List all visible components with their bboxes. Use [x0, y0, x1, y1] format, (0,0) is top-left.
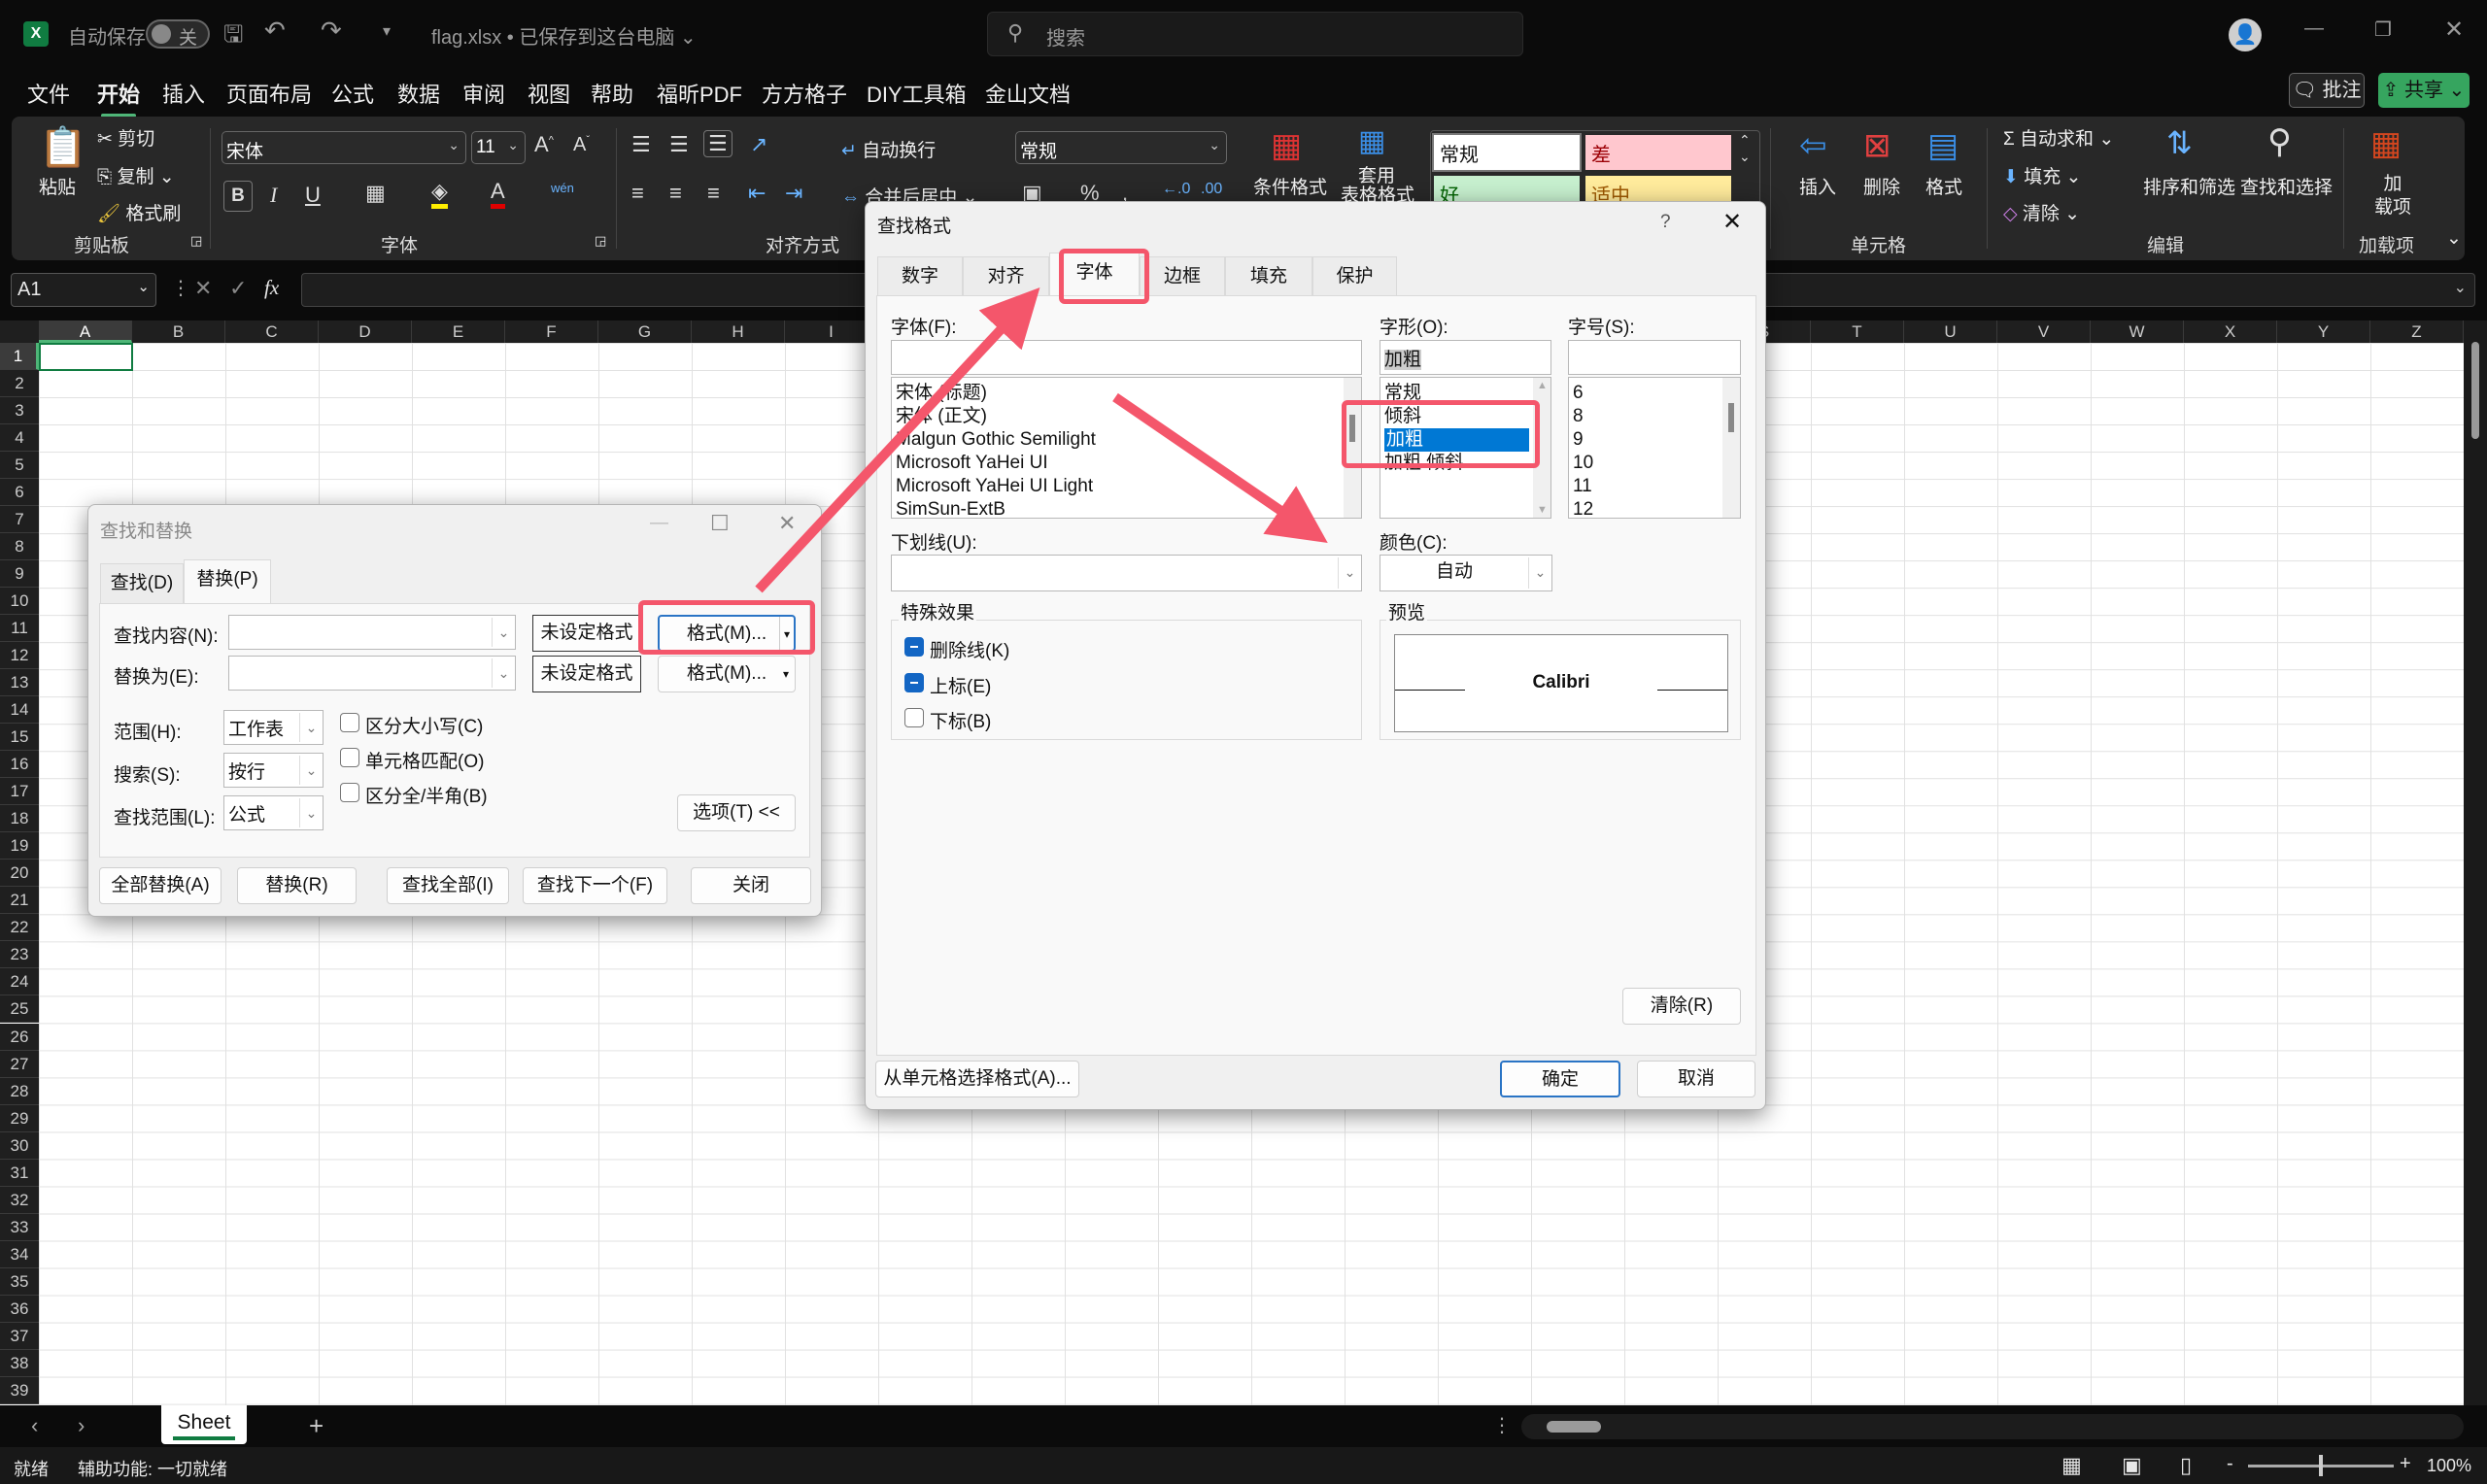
- format-as-table-button-line2[interactable]: 表格格式: [1341, 181, 1414, 207]
- annotation-arrows: [755, 287, 1328, 593]
- arrow-to-bold-option: [1112, 392, 1328, 543]
- arrow-to-font-tab: [755, 287, 1040, 593]
